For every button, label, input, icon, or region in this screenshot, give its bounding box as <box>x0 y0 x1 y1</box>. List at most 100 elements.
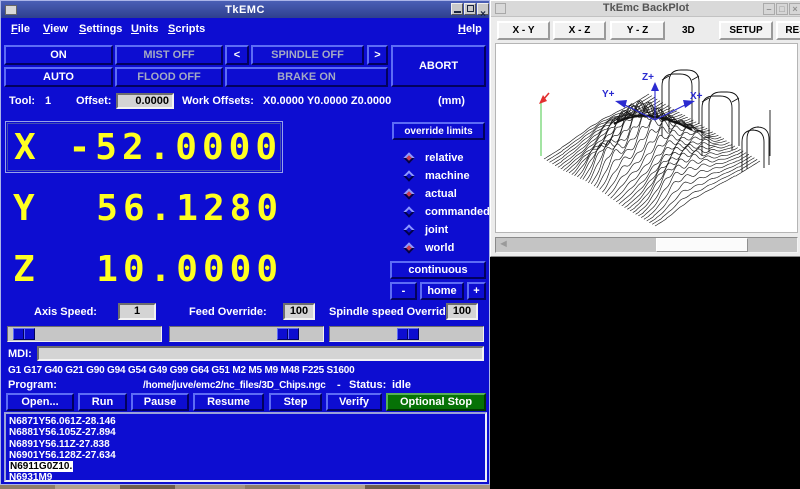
status-label: Status: <box>349 379 386 391</box>
slider-thumb[interactable] <box>397 328 419 340</box>
listing-line: N6931M9 <box>9 472 482 483</box>
radio-diamond-icon <box>403 224 414 235</box>
menu-settings[interactable]: Settings <box>79 23 122 35</box>
abort-button[interactable]: ABORT <box>391 45 486 87</box>
program-label: Program: <box>8 379 57 391</box>
maximize-icon <box>467 5 474 12</box>
spindle-override-value: 100 <box>446 303 478 320</box>
offset-label: Offset: <box>76 95 111 107</box>
flood-button[interactable]: FLOOD OFF <box>115 67 223 87</box>
jog-plus-button[interactable]: + <box>467 282 486 300</box>
window-title: TkEMC <box>1 4 489 16</box>
view-yz-button[interactable]: Y - Z <box>610 21 665 40</box>
step-button[interactable]: Step <box>269 393 322 411</box>
minimize-button[interactable]: – <box>763 3 775 15</box>
radio-joint[interactable]: joint <box>397 223 489 239</box>
radio-diamond-icon <box>403 188 414 199</box>
radio-relative[interactable]: relative <box>397 151 489 167</box>
reset-button[interactable]: RESET <box>776 21 800 40</box>
spindle-button[interactable]: SPINDLE OFF <box>251 45 364 65</box>
tkemc-window: TkEMC × File View Settings Units Scripts… <box>0 0 490 485</box>
minimize-button[interactable] <box>451 3 463 15</box>
axis-speed-value: 1 <box>118 303 156 320</box>
pause-button[interactable]: Pause <box>131 393 189 411</box>
menubar: File View Settings Units Scripts Help <box>1 18 489 41</box>
units-label: (mm) <box>438 95 465 107</box>
x-axis-label: X+ <box>690 91 703 102</box>
maximize-icon: □ <box>779 4 784 14</box>
dro-y-letter: Y <box>13 188 40 229</box>
minimize-icon <box>454 11 461 13</box>
jog-minus-button[interactable]: - <box>390 282 417 300</box>
verify-button[interactable]: Verify <box>326 393 382 411</box>
home-button[interactable]: home <box>420 282 464 300</box>
scroll-left-arrow-icon[interactable]: ◄ <box>496 238 511 252</box>
mode-auto-button[interactable]: AUTO <box>4 67 113 87</box>
feed-override-slider[interactable] <box>169 326 324 342</box>
feed-override-label: Feed Override: <box>189 306 267 318</box>
tool-value: 1 <box>45 95 51 107</box>
radio-world[interactable]: world <box>397 241 489 257</box>
menu-scripts[interactable]: Scripts <box>168 23 205 35</box>
spindle-slower-button[interactable]: < <box>225 45 249 65</box>
listing-line: N6901Y56.128Z-27.634 <box>9 450 482 461</box>
mdi-label: MDI: <box>8 348 32 360</box>
close-button[interactable]: × <box>789 3 800 15</box>
maximize-button[interactable]: □ <box>776 3 788 15</box>
close-button[interactable]: × <box>477 3 489 15</box>
backplot-canvas[interactable]: Z+ Y+ X+ <box>495 43 798 233</box>
brake-button[interactable]: BRAKE ON <box>225 67 388 87</box>
work-offsets-value: X0.0000 Y0.0000 Z0.0000 <box>263 95 391 107</box>
mist-button[interactable]: MIST OFF <box>115 45 223 65</box>
resume-button[interactable]: Resume <box>193 393 264 411</box>
backplot-hscrollbar[interactable]: ◄ <box>495 237 798 253</box>
radio-actual[interactable]: actual <box>397 187 489 203</box>
slider-thumb[interactable] <box>13 328 35 340</box>
run-button[interactable]: Run <box>78 393 127 411</box>
menu-file[interactable]: File <box>11 23 30 35</box>
spindle-override-slider[interactable] <box>329 326 484 342</box>
tool-offset-entry[interactable]: 0.0000 <box>116 93 174 109</box>
menu-help[interactable]: Help <box>458 23 482 35</box>
machine-on-button[interactable]: ON <box>4 45 113 65</box>
open-button[interactable]: Open... <box>6 393 74 411</box>
mdi-input[interactable] <box>37 346 484 361</box>
scrollbar-thumb[interactable] <box>656 238 748 252</box>
maximize-button[interactable] <box>464 3 476 15</box>
view-xy-button[interactable]: X - Y <box>497 21 550 40</box>
listing-line: N6881Y56.105Z-27.894 <box>9 427 482 438</box>
optional-stop-button[interactable]: Optional Stop <box>386 393 486 411</box>
backplot-window: TkEmc BackPlot – □ × X - Y X - Z Y - Z 3… <box>490 0 800 257</box>
menu-view[interactable]: View <box>43 23 68 35</box>
y-arrowhead-icon <box>615 100 627 108</box>
dro-axis-x[interactable]: X -52.0000 <box>5 121 283 173</box>
program-separator: - <box>337 379 341 391</box>
override-limits-button[interactable]: override limits <box>392 122 485 140</box>
axis-speed-slider[interactable] <box>7 326 162 342</box>
z-axis-label: Z+ <box>642 72 654 83</box>
axis-speed-label: Axis Speed: <box>34 306 97 318</box>
radio-commanded[interactable]: commanded <box>397 205 489 221</box>
radio-diamond-icon <box>403 206 414 217</box>
view-xz-button[interactable]: X - Z <box>553 21 606 40</box>
spindle-faster-button[interactable]: > <box>367 45 388 65</box>
radio-machine[interactable]: machine <box>397 169 489 185</box>
program-listing[interactable]: N6871Y56.061Z-28.146 N6881Y56.105Z-27.89… <box>4 412 487 482</box>
view-3d-label[interactable]: 3D <box>682 25 695 36</box>
work-offsets-label: Work Offsets: <box>182 95 254 107</box>
setup-button[interactable]: SETUP <box>719 21 773 40</box>
backplot-titlebar[interactable]: TkEmc BackPlot – □ × <box>491 1 800 17</box>
close-icon: × <box>792 4 797 14</box>
listing-line: N6871Y56.061Z-28.146 <box>9 416 482 427</box>
dro-axis-z[interactable]: Z 10.0000 <box>5 246 283 292</box>
tool-label: Tool: <box>9 95 35 107</box>
active-gcodes: G1 G17 G40 G21 G90 G94 G54 G49 G99 G64 G… <box>8 365 354 376</box>
feed-override-value: 100 <box>283 303 315 320</box>
dro-axis-y[interactable]: Y 56.1280 <box>5 185 283 231</box>
menu-units[interactable]: Units <box>131 23 159 35</box>
dro-x-letter: X <box>14 127 41 168</box>
jog-mode-button[interactable]: continuous <box>390 261 486 279</box>
radio-diamond-icon <box>403 170 414 181</box>
tkemc-titlebar[interactable]: TkEMC × <box>1 1 489 18</box>
slider-thumb[interactable] <box>277 328 299 340</box>
